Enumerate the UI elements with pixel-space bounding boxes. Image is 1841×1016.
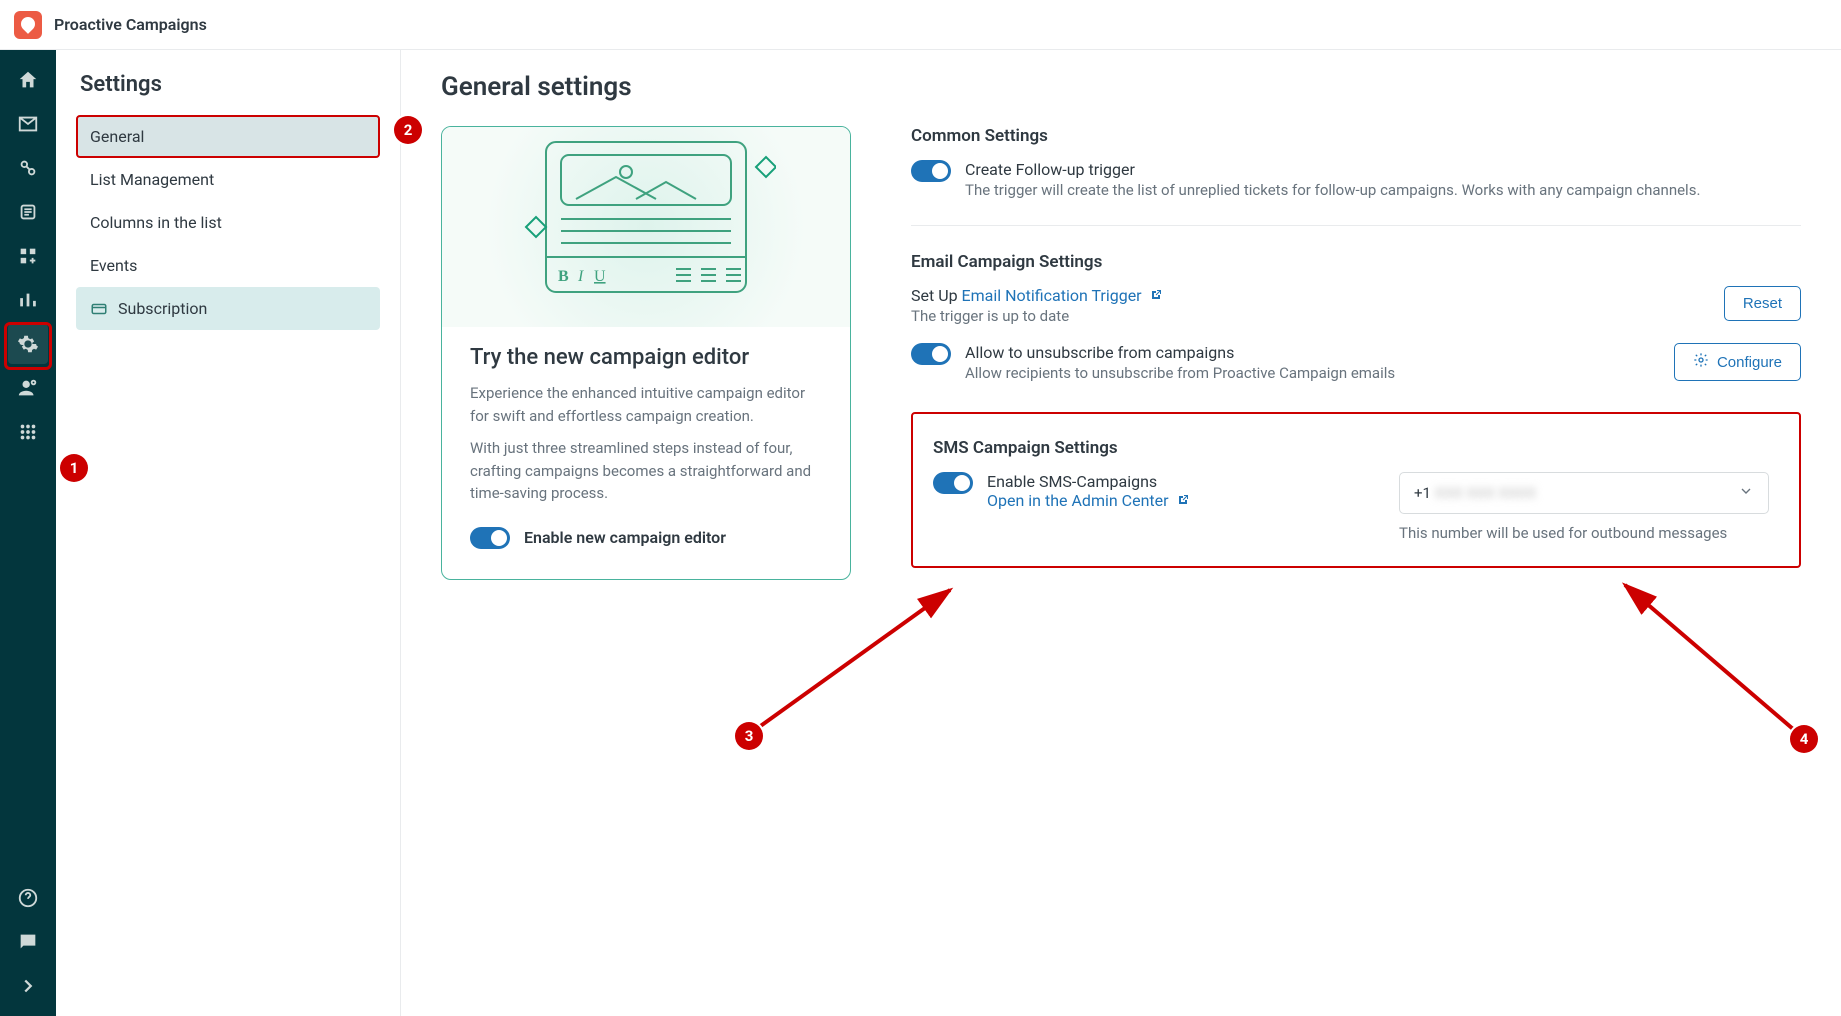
sms-settings-highlight-box: SMS Campaign Settings Enable SMS-Campaig…: [911, 412, 1801, 568]
promo-heading: Try the new campaign editor: [470, 345, 822, 370]
email-setup-status: The trigger is up to date: [911, 307, 1162, 325]
enable-editor-toggle[interactable]: [470, 527, 510, 549]
followup-trigger-toggle[interactable]: [911, 160, 951, 182]
common-settings-heading: Common Settings: [911, 126, 1801, 146]
app-title: Proactive Campaigns: [54, 15, 207, 34]
nav-team[interactable]: [8, 368, 48, 408]
enable-editor-label: Enable new campaign editor: [524, 528, 726, 547]
followup-trigger-desc: The trigger will create the list of unre…: [965, 181, 1700, 199]
chevron-down-icon: [1738, 483, 1754, 503]
phone-hint: This number will be used for outbound me…: [1399, 524, 1779, 542]
settings-sidebar-title: Settings: [76, 72, 380, 97]
sidebar-item-label: Events: [90, 256, 137, 275]
phone-number-select[interactable]: +1 XXX XXX XXXX: [1399, 472, 1769, 514]
main-content: General settings B I: [401, 50, 1841, 1016]
admin-center-link[interactable]: Open in the Admin Center: [987, 491, 1189, 510]
nav-help[interactable]: [8, 878, 48, 918]
promo-card: B I U Try the new campaign editor: [441, 126, 851, 580]
sidebar-item-label: List Management: [90, 170, 214, 189]
annotation-badge-4: 4: [1790, 725, 1818, 753]
nav-apps[interactable]: [8, 412, 48, 452]
nav-home[interactable]: [8, 60, 48, 100]
reset-button[interactable]: Reset: [1724, 286, 1801, 321]
sidebar-item-list-management[interactable]: List Management: [76, 158, 380, 201]
nav-expand[interactable]: [8, 966, 48, 1006]
followup-trigger-label: Create Follow-up trigger: [965, 160, 1700, 179]
enable-sms-label: Enable SMS-Campaigns: [987, 472, 1189, 491]
gear-icon: [1693, 352, 1709, 372]
nav-mail[interactable]: [8, 104, 48, 144]
nav-lists[interactable]: [8, 192, 48, 232]
unsubscribe-toggle[interactable]: [911, 343, 951, 365]
settings-sidebar: Settings General List Management Columns…: [56, 50, 401, 1016]
external-link-icon: [1177, 491, 1189, 503]
sidebar-item-label: General: [90, 127, 144, 146]
sidebar-item-label: Columns in the list: [90, 213, 222, 232]
annotation-badge-1: 1: [60, 454, 88, 482]
nav-rail: [0, 50, 56, 1016]
external-link-icon: [1150, 286, 1162, 298]
nav-analytics[interactable]: [8, 280, 48, 320]
app-logo-icon: [14, 11, 42, 39]
sidebar-item-general[interactable]: General: [76, 115, 380, 158]
email-setup-prefix: Set Up: [911, 286, 962, 305]
email-notification-trigger-link[interactable]: Email Notification Trigger: [962, 286, 1162, 305]
sidebar-item-events[interactable]: Events: [76, 244, 380, 287]
email-settings-heading: Email Campaign Settings: [911, 252, 1801, 272]
nav-connections[interactable]: [8, 148, 48, 188]
unsubscribe-desc: Allow recipients to unsubscribe from Pro…: [965, 364, 1395, 382]
sidebar-item-subscription[interactable]: Subscription: [76, 287, 380, 330]
page-title: General settings: [441, 72, 1801, 102]
nav-widgets[interactable]: [8, 236, 48, 276]
promo-paragraph-1: Experience the enhanced intuitive campai…: [470, 382, 822, 427]
sidebar-item-columns[interactable]: Columns in the list: [76, 201, 380, 244]
promo-paragraph-2: With just three streamlined steps instea…: [470, 437, 822, 505]
enable-sms-toggle[interactable]: [933, 472, 973, 494]
svg-text:B: B: [558, 268, 569, 285]
configure-button[interactable]: Configure: [1674, 343, 1801, 381]
annotation-badge-2: 2: [394, 116, 422, 144]
sms-settings-heading: SMS Campaign Settings: [933, 438, 1779, 458]
svg-text:I: I: [577, 268, 584, 285]
sidebar-item-label: Subscription: [118, 299, 207, 318]
nav-chat[interactable]: [8, 922, 48, 962]
svg-text:U: U: [594, 268, 606, 285]
annotation-badge-3: 3: [735, 722, 763, 750]
credit-card-icon: [90, 300, 108, 318]
app-header: Proactive Campaigns: [0, 0, 1841, 50]
promo-illustration: B I U: [442, 127, 850, 327]
email-setup-row: Set Up Email Notification Trigger: [911, 286, 1162, 305]
annotation-box-1: [4, 322, 52, 370]
unsubscribe-label: Allow to unsubscribe from campaigns: [965, 343, 1395, 362]
